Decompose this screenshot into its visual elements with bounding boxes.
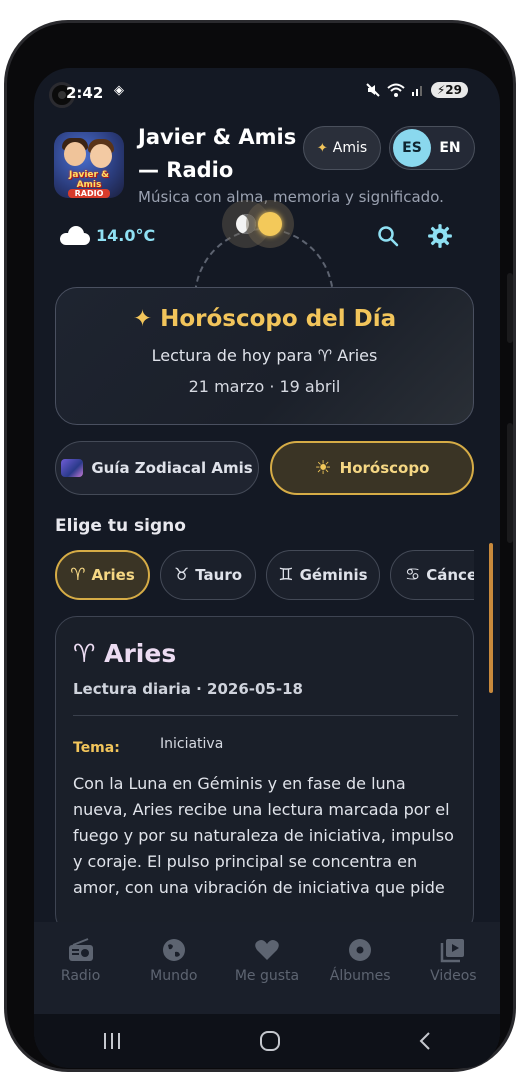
reading-card: ♈︎ Aries Lectura diaria · 2026-05-18 Tem…	[55, 616, 474, 936]
theme-value: Iniciativa	[160, 736, 224, 752]
battery-level: 29	[445, 83, 462, 97]
horoscope-title: ✦ Horóscopo del Día	[132, 306, 397, 332]
screen: 2:42 ◈ ⚡29 Javier & Amis RADIO Javier & …	[34, 68, 500, 1068]
volume-button	[507, 273, 513, 343]
divider	[73, 715, 458, 716]
reading-subtitle: Lectura diaria · 2026-05-18	[73, 680, 303, 698]
globe-icon	[162, 939, 185, 961]
tab-horoscope-label: Horóscopo	[339, 459, 430, 477]
battery-indicator: ⚡29	[430, 82, 468, 98]
bottom-navigation: Radio Mundo Me gusta Álbumes Videos	[34, 922, 500, 1014]
home-icon[interactable]	[259, 1030, 281, 1052]
lang-en-button[interactable]: EN	[431, 129, 469, 167]
nav-label: Mundo	[150, 968, 198, 984]
back-icon[interactable]	[418, 1031, 432, 1051]
sparkle-icon: ✦	[316, 140, 328, 156]
status-time: 2:42	[66, 84, 104, 102]
nav-label: Me gusta	[234, 968, 300, 984]
nfc-icon: ◈	[114, 83, 124, 98]
cancer-icon: ♋︎	[405, 565, 421, 585]
tab-horoscope[interactable]: ☀ Horóscopo	[270, 441, 474, 495]
nav-videos[interactable]: Videos	[413, 936, 493, 984]
status-icons: ⚡29	[365, 82, 468, 98]
section-tabs: Guía Zodiacal Amis ☀ Horóscopo	[55, 441, 474, 495]
album-icon	[349, 939, 372, 961]
logo-subtext: RADIO	[68, 189, 110, 198]
aries-icon: ♈︎	[70, 565, 86, 585]
app-title: Javier & Amis — Radio	[138, 125, 297, 182]
sign-label: Cánce	[426, 566, 474, 584]
tab-zodiac-guide[interactable]: Guía Zodiacal Amis	[55, 441, 259, 495]
sign-label: Géminis	[299, 566, 368, 584]
scrollbar[interactable]	[489, 543, 493, 693]
horoscope-card: ✦ Horóscopo del Día Lectura de hoy para …	[55, 287, 474, 425]
sign-chip-aries[interactable]: ♈︎ Aries	[55, 550, 150, 600]
heart-icon	[255, 940, 279, 960]
theme-toggle[interactable]	[222, 200, 294, 248]
lang-es-button[interactable]: ES	[393, 129, 431, 167]
signal-icon	[411, 86, 422, 96]
sign-label: Aries	[91, 566, 135, 584]
power-button	[507, 423, 513, 543]
phone-frame: 2:42 ◈ ⚡29 Javier & Amis RADIO Javier & …	[4, 20, 516, 1072]
sparkle-icon: ✦	[132, 306, 161, 332]
search-icon[interactable]	[376, 224, 400, 248]
amis-button[interactable]: ✦ Amis	[303, 126, 381, 170]
reading-body: Con la Luna en Géminis y en fase de luna…	[73, 774, 454, 897]
system-navigation	[34, 1014, 500, 1068]
nav-radio[interactable]: Radio	[41, 936, 121, 984]
tab-zodiac-guide-label: Guía Zodiacal Amis	[91, 459, 253, 477]
nav-world[interactable]: Mundo	[134, 936, 214, 984]
nav-label: Videos	[430, 968, 477, 984]
sun-icon	[246, 200, 294, 248]
mute-icon	[366, 83, 380, 97]
nav-albums[interactable]: Álbumes	[320, 936, 400, 984]
video-icon	[441, 939, 465, 963]
wifi-icon	[387, 83, 405, 97]
sign-label: Tauro	[195, 566, 243, 584]
cloud-icon	[58, 225, 90, 245]
gemini-icon: ♊︎	[278, 565, 294, 585]
sun-icon: ☀	[314, 457, 332, 479]
reading-title: ♈︎ Aries	[73, 639, 177, 668]
nav-label: Radio	[60, 968, 101, 984]
nav-likes[interactable]: Me gusta	[227, 936, 307, 984]
app-logo[interactable]: Javier & Amis RADIO	[54, 132, 124, 198]
horoscope-subtitle: Lectura de hoy para ♈︎ Aries	[151, 346, 378, 365]
weather-temp: 14.0°C	[96, 225, 156, 245]
horoscope-date-range: 21 marzo · 19 abril	[188, 377, 341, 396]
logo-text: Javier & Amis	[69, 170, 109, 190]
theme-label: Tema:	[73, 740, 120, 756]
nav-label: Álbumes	[329, 968, 391, 984]
sign-chip-cancer[interactable]: ♋︎ Cánce	[390, 550, 474, 600]
language-switch: ES EN	[389, 126, 475, 170]
galaxy-icon	[61, 459, 84, 477]
gear-icon[interactable]	[427, 223, 453, 249]
sign-selector: ♈︎ Aries ♉︎ Tauro ♊︎ Géminis ♋︎ Cánce	[55, 550, 474, 602]
radio-icon	[68, 938, 93, 961]
recents-icon[interactable]	[102, 1032, 122, 1050]
weather-widget: 14.0°C	[58, 225, 155, 245]
choose-sign-heading: Elige tu signo	[55, 516, 186, 536]
amis-label: Amis	[332, 140, 368, 156]
taurus-icon: ♉︎	[173, 565, 190, 585]
status-bar: 2:42 ◈ ⚡29	[34, 68, 500, 118]
sign-chip-gemini[interactable]: ♊︎ Géminis	[266, 550, 380, 600]
sign-chip-taurus[interactable]: ♉︎ Tauro	[160, 550, 256, 600]
